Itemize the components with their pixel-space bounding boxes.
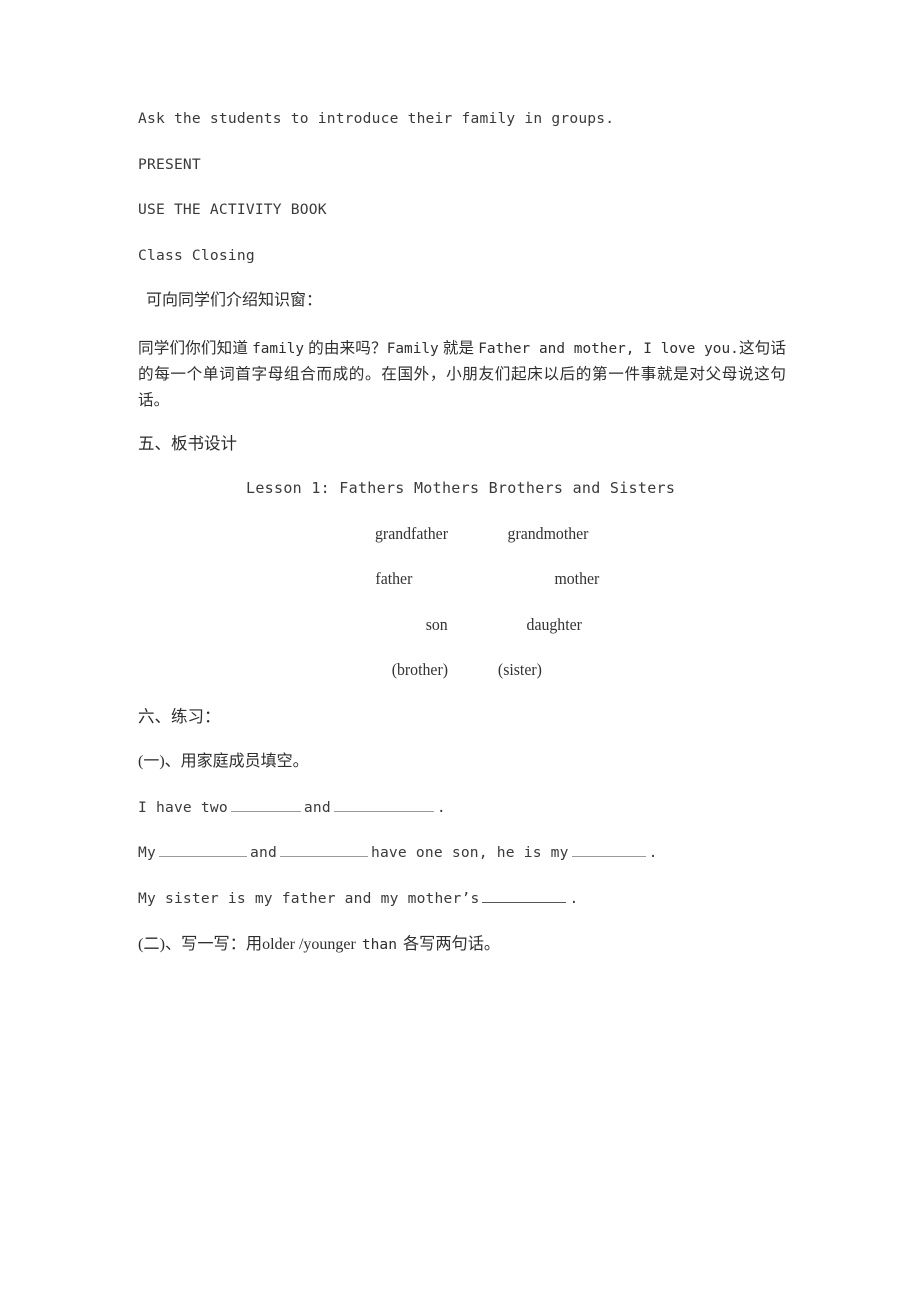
text-ask-students: Ask the students to introduce their fami… [138,110,615,127]
family-tree-row: grandfather grandmother [138,524,788,570]
section-heading-exercises: 六、练习： [138,706,788,752]
text-knowledge-window: 可向同学们介绍知识窗： [146,292,323,309]
family-origin-cn-1: 同学们你们知道 [138,339,253,357]
part-two-cn-1: (二)、写一写：用 [138,935,263,953]
text-family-origin: 同学们你们知道 family 的由来吗？Family 就是 Father and… [138,336,786,414]
sentence-1-seg-2: and [303,798,331,816]
section-heading-board-design: 五、板书设计 [138,433,788,479]
part-two-cn-2: 各写两句话。 [403,935,501,953]
sentence-3-seg-2: . [569,889,579,907]
paragraph-present: PRESENT [138,154,788,200]
sentence-2-blank-2[interactable] [279,843,368,857]
family-tree-right-cell: grandmother [507,523,589,543]
exercise-sentence-1: I have two and. [138,797,788,843]
part-two-latin-1: older /younger [262,936,356,953]
family-tree-left-cell: father [375,569,413,588]
family-tree-left-cell: son [425,614,448,634]
sentence-1-seg-1: I have two [138,798,228,816]
sentence-2-seg-2: and [249,844,277,861]
sentence-3-seg-1: My sister is my father and my mother’s [138,889,480,907]
family-origin-latin-3: Father and mother, I love you. [478,340,739,357]
sentence-2-seg-1: My [138,844,156,861]
paragraph-ask-students: Ask the students to introduce their fami… [138,108,788,154]
paragraph-class-closing: Class Closing [138,245,788,291]
text-part-one-heading: (一)、用家庭成员填空。 [138,753,309,770]
text-exercises-heading: 六、练习： [138,706,221,726]
family-tree-row: (brother) (sister) [138,660,788,706]
family-origin-cn-2: 的由来吗？ [304,339,387,357]
exercise-sentence-3: My sister is my father and my mother’s. [138,888,788,934]
text-sentence-1: I have two and. [138,797,788,819]
sentence-2-blank-3[interactable] [571,843,646,857]
document-content: Ask the students to introduce their fami… [138,108,788,979]
paragraph-activity-book: USE THE ACTIVITY BOOK [138,199,788,245]
family-tree-right-cell: (sister) [497,660,542,679]
text-class-closing: Class Closing [138,246,255,264]
sentence-1-seg-3: . [436,798,446,816]
exercise-part-one-heading: (一)、用家庭成员填空。 [138,751,788,797]
part-two-latin-2: than [361,936,397,953]
sentence-2-blank-1[interactable] [158,843,247,857]
family-tree-left-cell: grandfather [374,523,448,543]
family-tree-right-cell: daughter [526,614,582,634]
text-board-lesson-title: Lesson 1: Fathers Mothers Brothers and S… [246,478,676,497]
family-origin-latin-2: Family [386,340,439,357]
paragraph-knowledge-window: 可向同学们介绍知识窗： [138,290,788,336]
document-page: Ask the students to introduce their fami… [0,0,920,1302]
family-tree-left-cell: (brother) [391,660,448,679]
family-tree: grandfather grandmother father mother so… [138,524,788,706]
sentence-1-blank-2[interactable] [333,798,434,812]
paragraph-family-origin: 同学们你们知道 family 的由来吗？Family 就是 Father and… [138,336,788,414]
family-origin-latin-1: family [252,340,305,357]
board-lesson-title: Lesson 1: Fathers Mothers Brothers and S… [138,479,788,524]
sentence-3-blank-1[interactable] [482,889,567,903]
family-tree-row: father mother [138,569,788,615]
family-origin-cn-3: 就是 [438,339,479,357]
text-board-design-heading: 五、板书设计 [138,434,237,453]
sentence-2-seg-3: have one son, he is my [370,844,569,861]
family-tree-row: son daughter [138,615,788,661]
sentence-2-seg-4: . [648,844,658,861]
exercise-sentence-2: My and have one son, he is my. [138,842,788,888]
exercise-part-two: (二)、写一写：用older /younger than 各写两句话。 [138,933,788,979]
sentence-1-blank-1[interactable] [230,798,301,812]
text-part-two: (二)、写一写：用older /younger than 各写两句话。 [138,933,788,956]
text-present: PRESENT [138,155,201,173]
text-activity-book: USE THE ACTIVITY BOOK [138,201,327,218]
family-tree-right-cell: mother [554,569,600,588]
text-sentence-3: My sister is my father and my mother’s. [138,888,788,910]
text-sentence-2: My and have one son, he is my. [138,842,788,864]
